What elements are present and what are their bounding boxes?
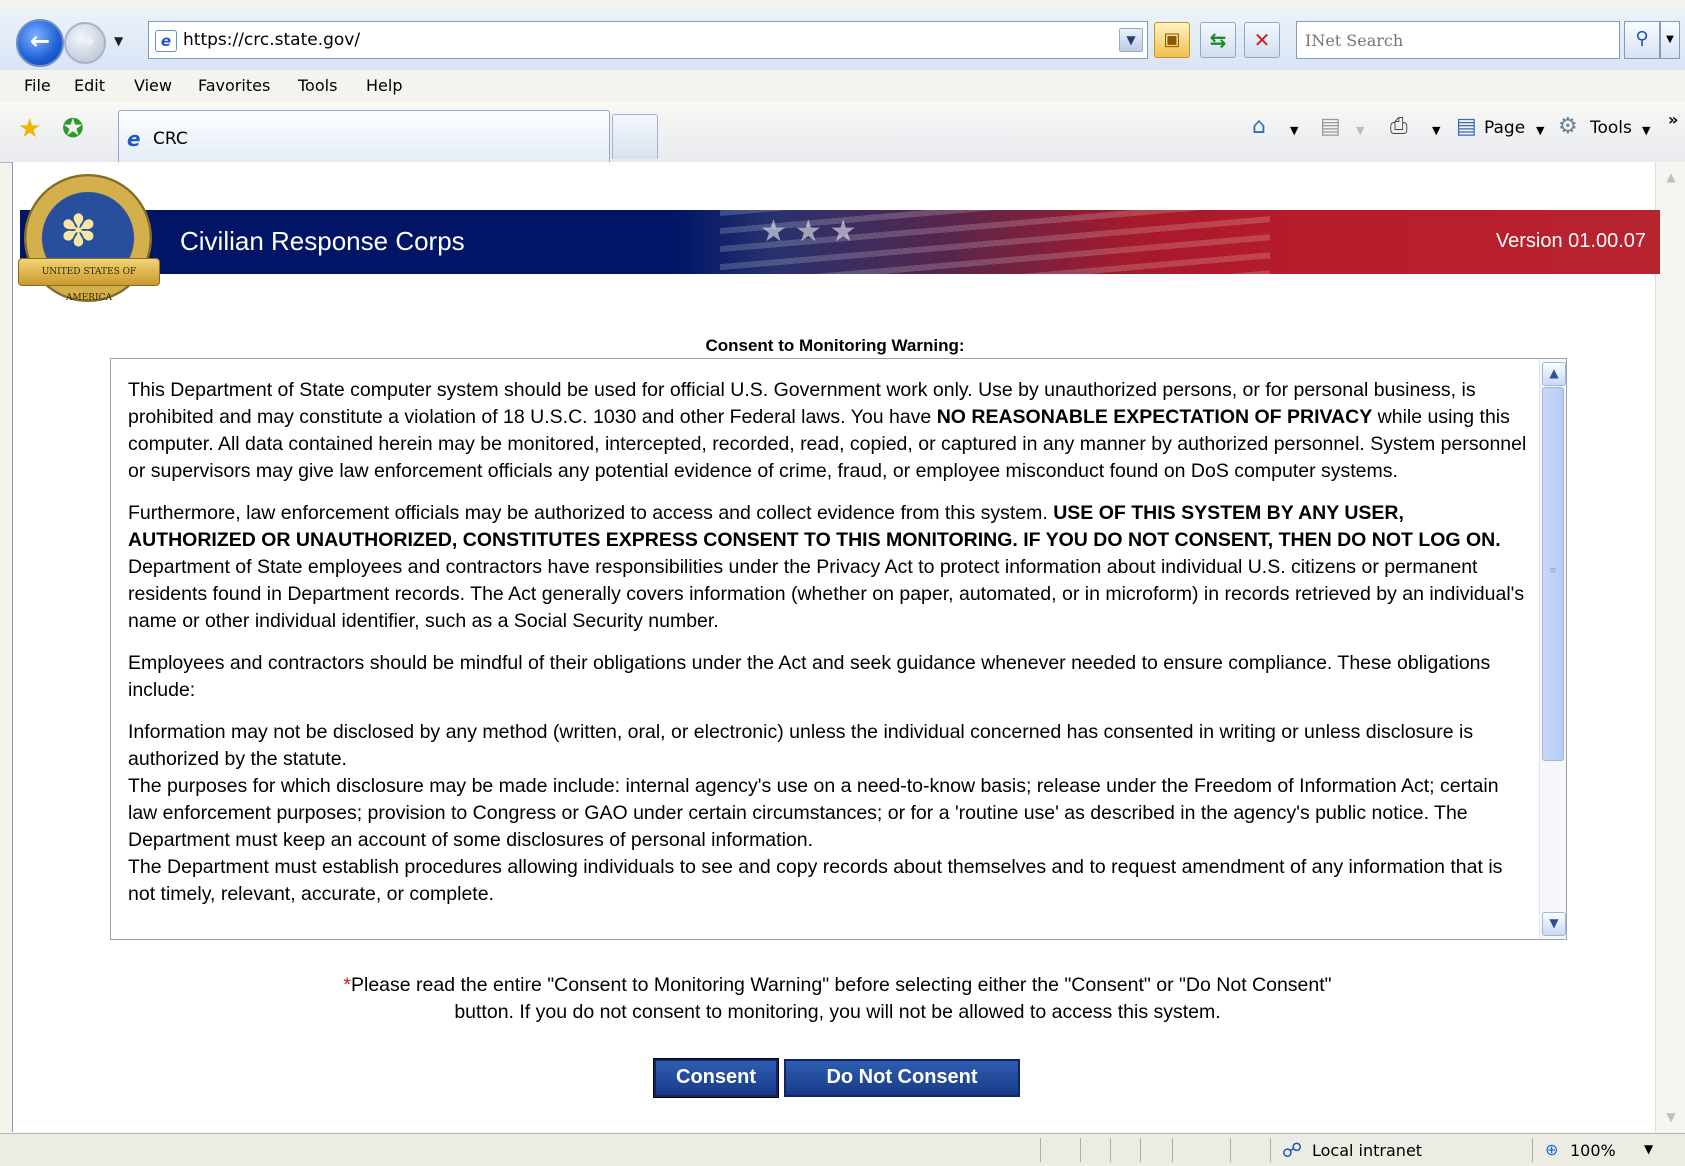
status-divider — [1040, 1138, 1041, 1162]
scroll-down-icon[interactable]: ▼ — [1660, 1106, 1682, 1128]
page-dropdown-icon[interactable]: ▼ — [1536, 124, 1544, 137]
do-not-consent-button[interactable]: Do Not Consent — [784, 1059, 1020, 1097]
gear-icon: ⚙ — [1558, 114, 1578, 139]
browser-window: ← → ▼ e https://crc.state.gov/ ▼ ▣ ⇆ ✕ ⚲… — [0, 0, 1685, 1166]
address-bar[interactable]: e https://crc.state.gov/ ▼ — [148, 21, 1148, 59]
notice-line-2: button. If you do not consent to monitor… — [454, 1001, 1221, 1023]
notice-text: Please read the entire "Consent to Monit… — [351, 974, 1332, 996]
warning-scroll-up-icon[interactable]: ▲ — [1542, 362, 1566, 386]
page-icon: ▤ — [1456, 114, 1477, 139]
status-divider — [1110, 1138, 1111, 1162]
forward-button[interactable]: → — [64, 22, 106, 64]
warning-title: Consent to Monitoring Warning: — [705, 336, 965, 355]
feeds-icon[interactable]: ▤ — [1320, 114, 1341, 139]
search-icon[interactable]: ⚲ — [1624, 21, 1660, 59]
url-text[interactable]: https://crc.state.gov/ — [183, 30, 360, 50]
crc-seal-logo: ✽ UNITED STATES OF AMERICA — [18, 170, 160, 303]
warning-text-box[interactable]: This Department of State computer system… — [110, 358, 1567, 940]
menu-file[interactable]: File — [24, 76, 51, 95]
warning-scroll-down-icon[interactable]: ▼ — [1542, 912, 1566, 936]
add-favorite-icon[interactable]: ✪ — [62, 114, 84, 144]
ie-tab-icon: e — [127, 127, 141, 151]
warning-paragraph: The purposes for which disclosure may be… — [128, 775, 1499, 851]
home-dropdown-icon[interactable]: ▼ — [1290, 124, 1298, 137]
warning-paragraph: Employees and contractors should be mind… — [128, 652, 1491, 701]
page-menu[interactable]: Page — [1484, 118, 1525, 138]
menu-edit[interactable]: Edit — [74, 76, 105, 95]
site-banner: ★★★ Civilian Response Corps Version 01.0… — [20, 210, 1660, 274]
home-icon[interactable]: ⌂ — [1252, 114, 1266, 139]
consent-notice: *Please read the entire "Consent to Moni… — [110, 972, 1565, 1026]
ie-page-icon: e — [155, 30, 177, 52]
menu-tools[interactable]: Tools — [298, 76, 337, 95]
warning-text-run: Department of State employees and contra… — [128, 556, 1525, 632]
tab-label: CRC — [153, 129, 188, 149]
required-asterisk: * — [343, 974, 351, 996]
zoom-icon: ⊕ — [1545, 1140, 1559, 1159]
tools-dropdown-icon[interactable]: ▼ — [1642, 124, 1650, 137]
status-divider — [1270, 1138, 1271, 1162]
warning-emphasis: NO REASONABLE EXPECTATION OF PRIVACY — [936, 406, 1373, 428]
print-icon[interactable]: ⎙ — [1390, 114, 1408, 139]
new-tab-button[interactable] — [612, 114, 658, 159]
status-bar: ☍ Local intranet ⊕ 100% ▼ — [0, 1133, 1685, 1166]
status-divider — [1172, 1138, 1173, 1162]
zoom-dropdown-icon[interactable]: ▼ — [1644, 1142, 1653, 1156]
seal-ribbon: UNITED STATES OF AMERICA — [18, 258, 160, 303]
notice-line-1: *Please read the entire "Consent to Moni… — [110, 972, 1565, 999]
status-divider — [1140, 1138, 1141, 1162]
stop-icon[interactable]: ✕ — [1244, 22, 1280, 58]
status-divider — [1532, 1138, 1533, 1162]
warning-scrollbar[interactable]: ▲ ≡ ▼ — [1539, 359, 1566, 939]
menu-bar: File Edit View Favorites Tools Help — [0, 70, 1685, 103]
page-scrollbar[interactable]: ▲ ▼ — [1655, 162, 1685, 1132]
back-arrow-icon: ← — [29, 27, 51, 55]
status-divider — [1080, 1138, 1081, 1162]
version-label: Version 01.00.07 — [1495, 230, 1646, 252]
forward-arrow-icon: → — [75, 29, 95, 54]
tab-toolbar: ★ ✪ e CRC ⌂ ▼ ▤ ▼ ⎙ ▼ ▤ Page ▼ ⚙ Tools ▼… — [0, 102, 1685, 163]
warning-paragraph: Furthermore, law enforcement officials m… — [128, 500, 1528, 635]
favorites-star-icon[interactable]: ★ — [18, 114, 41, 144]
menu-view[interactable]: View — [134, 76, 172, 95]
menu-help[interactable]: Help — [366, 76, 402, 95]
consent-button[interactable]: Consent — [653, 1058, 779, 1098]
search-input[interactable] — [1303, 28, 1607, 52]
print-dropdown-icon[interactable]: ▼ — [1432, 124, 1440, 137]
lock-icon[interactable]: ▣ — [1154, 22, 1190, 58]
search-options-dropdown-icon[interactable]: ▼ — [1660, 21, 1680, 59]
warning-paragraph: Information may not be disclosed by any … — [128, 721, 1474, 770]
flag-stars-graphic: ★★★ — [760, 214, 865, 249]
zoom-level[interactable]: 100% — [1570, 1141, 1616, 1160]
scroll-grip-icon: ≡ — [1549, 566, 1557, 576]
site-title: Civilian Response Corps — [180, 226, 465, 256]
scroll-up-icon[interactable]: ▲ — [1660, 166, 1682, 188]
intranet-globe-icon: ☍ — [1282, 1138, 1303, 1162]
refresh-icon[interactable]: ⇆ — [1200, 22, 1236, 58]
recent-pages-dropdown-icon[interactable]: ▼ — [114, 34, 123, 48]
search-field[interactable] — [1296, 21, 1620, 59]
address-dropdown-icon[interactable]: ▼ — [1119, 28, 1143, 52]
warning-text-run: Furthermore, law enforcement officials m… — [128, 502, 1054, 524]
warning-text: This Department of State computer system… — [128, 377, 1528, 908]
security-zone[interactable]: Local intranet — [1312, 1141, 1422, 1160]
address-toolbar: ← → ▼ e https://crc.state.gov/ ▼ ▣ ⇆ ✕ ⚲… — [0, 8, 1685, 71]
warning-paragraph: This Department of State computer system… — [128, 377, 1528, 485]
eagle-icon: ✽ — [60, 206, 97, 257]
tools-menu[interactable]: Tools — [1590, 118, 1632, 138]
menu-favorites[interactable]: Favorites — [198, 76, 270, 95]
back-button[interactable]: ← — [16, 19, 64, 67]
warning-paragraph: The Department must establish procedures… — [128, 856, 1503, 905]
status-divider — [1230, 1138, 1231, 1162]
warning-scroll-thumb[interactable]: ≡ — [1542, 387, 1564, 761]
feeds-dropdown-icon[interactable]: ▼ — [1356, 124, 1364, 137]
more-commands-chevron-icon[interactable]: » — [1668, 110, 1678, 129]
tab-crc[interactable]: e CRC — [118, 110, 610, 163]
